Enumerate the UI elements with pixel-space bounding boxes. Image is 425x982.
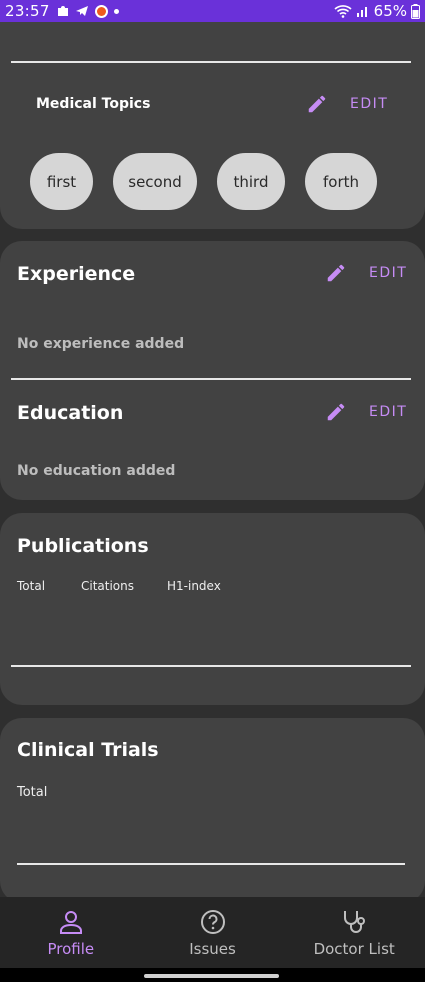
experience-empty-text: No experience added [17,336,185,352]
publications-title: Publications [17,535,149,557]
nav-issues[interactable]: Issues [142,897,284,968]
divider [11,665,411,667]
clinical-trials-title: Clinical Trials [17,739,159,761]
pencil-icon [327,264,345,282]
clinical-trials-card: Clinical Trials Total [0,718,425,903]
status-time: 23:57 [5,2,50,20]
edit-experience-button[interactable]: EDIT [325,262,407,284]
app-icon [94,4,108,18]
battery-percent: 65% [373,2,407,20]
signal-icon [356,7,367,17]
gesture-handle[interactable] [144,974,279,978]
edit-topics-button[interactable]: EDIT [306,93,388,115]
puzzle-icon [57,6,68,16]
medical-topics-title: Medical Topics [36,96,151,112]
nav-doctor-list-label: Doctor List [313,940,395,958]
divider [11,378,411,380]
battery-icon [411,3,420,19]
education-empty-text: No education added [17,463,176,479]
divider [17,863,405,865]
help-circle-icon [200,910,225,934]
edit-label: EDIT [350,96,389,112]
experience-title: Experience [17,263,136,285]
topic-chip[interactable]: third [217,153,285,210]
edit-label: EDIT [369,404,408,420]
dot-icon [113,8,119,14]
edit-label: EDIT [369,265,408,281]
topic-chip[interactable]: second [113,153,197,210]
stethoscope-icon [344,911,366,933]
publications-citations-label: Citations [81,579,135,593]
person-icon [59,911,82,934]
publications-card: Publications Total Citations H1-index [0,513,425,705]
edit-education-button[interactable]: EDIT [325,401,407,423]
nav-profile[interactable]: Profile [0,897,142,968]
nav-profile-label: Profile [47,940,95,958]
status-bar: 23:57 65% [0,0,425,22]
education-title: Education [17,402,124,424]
publications-h1-index-label: H1-index [167,579,221,593]
telegram-icon [75,6,88,16]
nav-issues-label: Issues [189,940,236,958]
system-icons: 65% [334,2,420,20]
wifi-icon [334,5,352,18]
bottom-navigation: Profile Issues Doctor List [0,897,425,968]
topic-chip[interactable]: first [30,153,93,210]
publications-total-label: Total [17,579,46,593]
pencil-icon [327,403,345,421]
clinical-trials-total-label: Total [17,785,48,800]
notification-icons [56,4,119,19]
nav-doctor-list[interactable]: Doctor List [283,897,425,968]
topic-chip[interactable]: forth [305,153,377,210]
experience-education-card: Experience EDIT No experience added Educ… [0,241,425,500]
pencil-icon [308,95,326,113]
divider [11,61,411,63]
